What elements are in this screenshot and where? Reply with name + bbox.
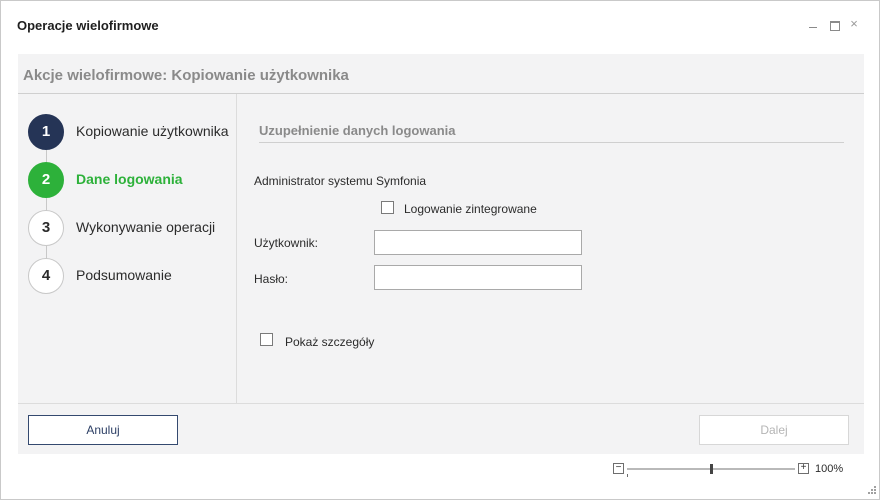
- zoom-in-button[interactable]: +: [798, 463, 809, 474]
- integrated-login-checkbox[interactable]: [381, 201, 394, 214]
- resize-grip-icon[interactable]: [865, 485, 877, 497]
- admin-label: Administrator systemu Symfonia: [254, 174, 427, 188]
- wizard-footer: Anuluj Dalej: [18, 403, 864, 454]
- next-button[interactable]: Dalej: [699, 415, 849, 445]
- minimize-icon[interactable]: [805, 16, 821, 32]
- password-field[interactable]: [374, 265, 582, 290]
- step-podsumowanie: 4 Podsumowanie: [28, 258, 233, 294]
- zoom-slider-thumb[interactable]: [710, 464, 713, 474]
- step-number-circle: 3: [28, 210, 64, 246]
- step-number-circle: 4: [28, 258, 64, 294]
- wizard-header: Akcje wielofirmowe: Kopiowanie użytkowni…: [18, 54, 864, 94]
- step-wykonywanie-operacji: 3 Wykonywanie operacji: [28, 210, 233, 246]
- step-kopiowanie-uzytkownika: 1 Kopiowanie użytkownika: [28, 114, 233, 150]
- zoom-slider-tick: [627, 474, 628, 477]
- cancel-button[interactable]: Anuluj: [28, 415, 178, 445]
- maximize-icon[interactable]: [826, 16, 842, 32]
- step-label: Wykonywanie operacji: [76, 219, 216, 235]
- window-title: Operacje wielofirmowe: [17, 18, 159, 33]
- section-divider: [259, 142, 844, 143]
- step-number-circle: 1: [28, 114, 64, 150]
- step-label: Kopiowanie użytkownika: [76, 123, 229, 139]
- step-label: Dane logowania: [76, 171, 183, 187]
- zoom-out-button[interactable]: −: [613, 463, 624, 474]
- title-bar[interactable]: Operacje wielofirmowe ×: [1, 1, 879, 51]
- step-dane-logowania: 2 Dane logowania: [28, 162, 233, 198]
- user-field[interactable]: [374, 230, 582, 255]
- zoom-level-label: 100%: [815, 463, 844, 475]
- wizard-title: Akcje wielofirmowe: Kopiowanie użytkowni…: [23, 67, 349, 84]
- step-label: Podsumowanie: [76, 267, 172, 283]
- step-content: Uzupełnienie danych logowania Administra…: [238, 94, 864, 403]
- section-title: Uzupełnienie danych logowania: [259, 123, 456, 138]
- close-icon[interactable]: ×: [846, 16, 862, 32]
- show-details-label[interactable]: Pokaż szczegóły: [285, 335, 374, 349]
- user-label: Użytkownik:: [254, 236, 319, 250]
- wizard-panel: Akcje wielofirmowe: Kopiowanie użytkowni…: [18, 54, 864, 454]
- password-label: Hasło:: [254, 272, 289, 286]
- dialog-window: Operacje wielofirmowe × Akcje wielofirmo…: [0, 0, 880, 500]
- show-details-checkbox[interactable]: [260, 333, 273, 346]
- integrated-login-label[interactable]: Logowanie zintegrowane: [404, 202, 537, 216]
- step-number-circle: 2: [28, 162, 64, 198]
- steps-sidebar: 1 Kopiowanie użytkownika 2 Dane logowani…: [18, 94, 237, 403]
